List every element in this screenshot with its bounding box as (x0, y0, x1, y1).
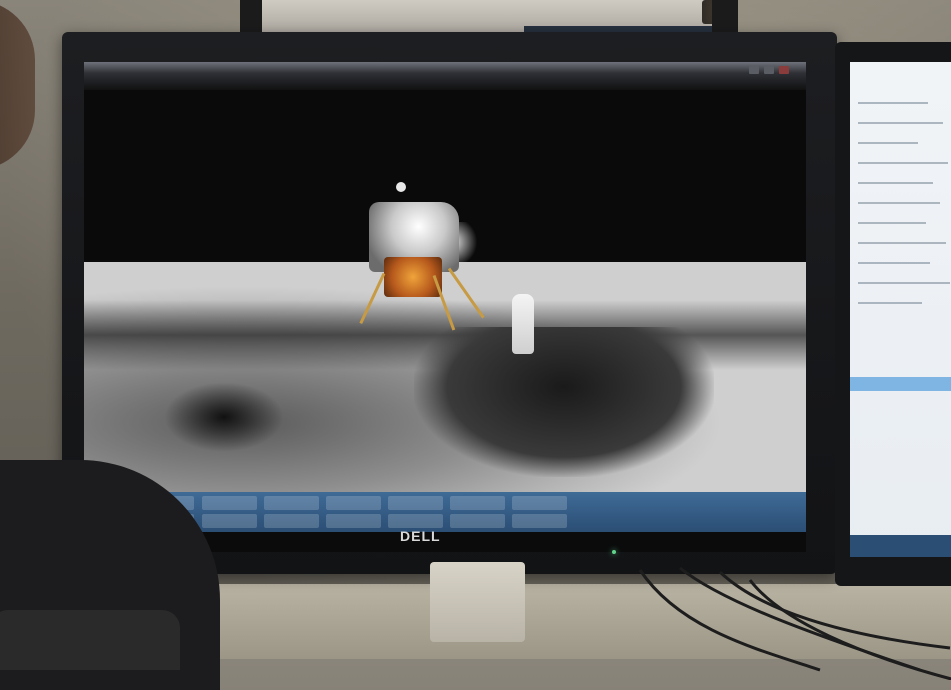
taskbar-item[interactable] (388, 514, 443, 528)
code-line (858, 142, 918, 144)
cables (638, 566, 951, 680)
code-line (858, 122, 943, 124)
taskbar-item[interactable] (388, 496, 443, 510)
taskbar-item[interactable] (512, 514, 567, 528)
crater-shadow-left (164, 382, 284, 452)
right-taskbar (850, 535, 951, 557)
top-screen-lander (702, 0, 712, 24)
office-chair (0, 610, 180, 670)
minimize-icon[interactable] (749, 66, 759, 74)
astronaut (512, 294, 534, 354)
code-line (858, 102, 928, 104)
code-line (858, 222, 926, 224)
crater-shadow (414, 327, 714, 477)
right-monitor-screen (850, 62, 951, 557)
taskbar-item[interactable] (202, 514, 257, 528)
taskbar-item[interactable] (202, 496, 257, 510)
editor-selection-bar (850, 377, 951, 391)
cable (638, 569, 821, 672)
power-led (612, 550, 616, 554)
close-icon[interactable] (779, 66, 789, 74)
taskbar-item[interactable] (264, 514, 319, 528)
code-line (858, 182, 933, 184)
taskbar-item[interactable] (512, 496, 567, 510)
main-monitor-screen (84, 62, 806, 552)
code-line (858, 162, 948, 164)
code-line (858, 242, 946, 244)
cable (679, 566, 921, 672)
taskbar-item[interactable] (326, 514, 381, 528)
system-tray[interactable] (678, 502, 798, 522)
code-line (858, 302, 922, 304)
top-monitor-screen (262, 0, 712, 36)
taskbar-item[interactable] (264, 496, 319, 510)
app-titlebar (84, 62, 806, 90)
monitor-stand (430, 562, 525, 642)
maximize-icon[interactable] (764, 66, 774, 74)
code-line (858, 262, 930, 264)
taskbar-item[interactable] (326, 496, 381, 510)
taskbar-item[interactable] (450, 514, 505, 528)
code-line (858, 282, 950, 284)
code-line (858, 202, 940, 204)
dell-logo: DELL (400, 528, 441, 544)
taskbar-item[interactable] (450, 496, 505, 510)
lander-antenna (396, 182, 406, 192)
